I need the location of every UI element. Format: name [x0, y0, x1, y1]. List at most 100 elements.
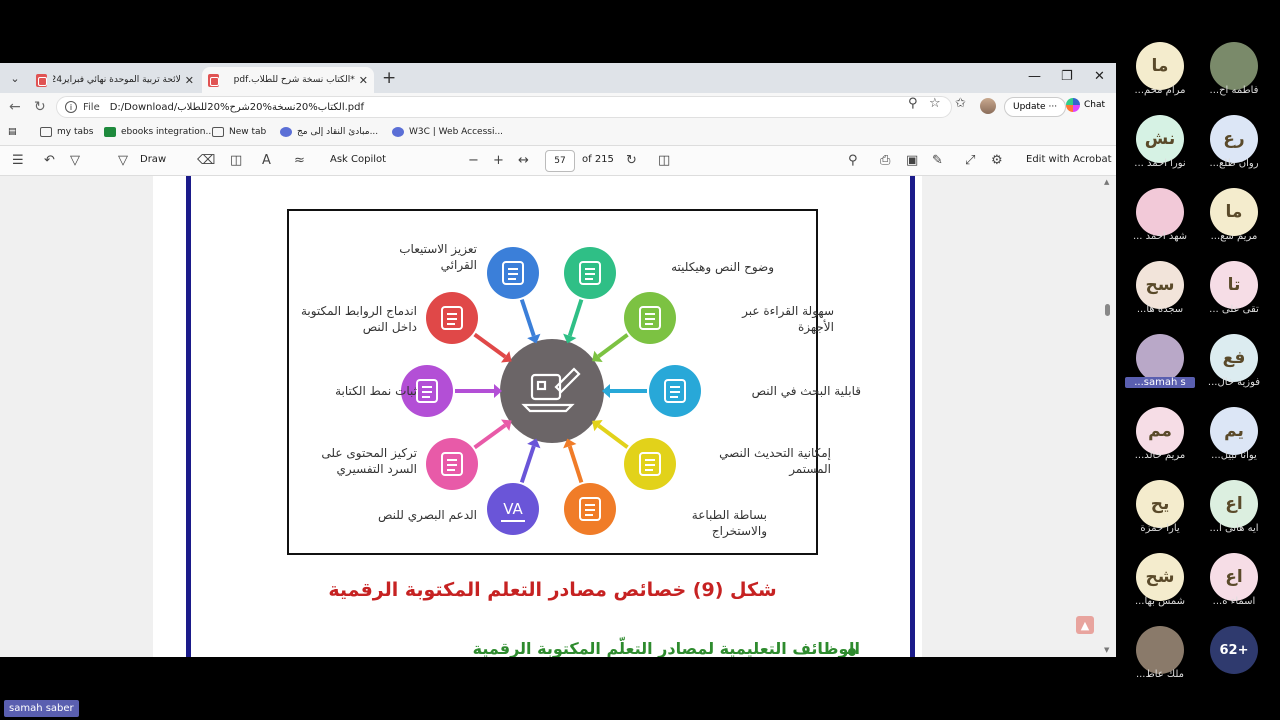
more-participants-button[interactable]: +62 — [1210, 626, 1258, 674]
page-number-input[interactable]: 57 — [545, 150, 575, 172]
participant-avatar[interactable]: اع — [1210, 553, 1258, 601]
participant-avatar[interactable] — [1136, 334, 1184, 382]
close-tab-icon[interactable]: ✕ — [185, 74, 194, 87]
feature-label-line: تعزيز الاستيعاب — [399, 242, 477, 256]
bookmark-label: New tab — [229, 127, 267, 137]
tab-list-dropdown[interactable]: ⌄ — [6, 69, 24, 87]
participant-avatar[interactable]: يح — [1136, 480, 1184, 528]
draw-button[interactable]: Draw — [140, 154, 166, 165]
read-aloud-icon[interactable]: A — [262, 153, 271, 168]
feature-label: تعزيز الاستيعاب القرائي — [327, 241, 477, 273]
feature-label: قابلية البحث في النص — [711, 383, 861, 399]
feature-label-line: القرائي — [440, 258, 477, 272]
close-tab-icon[interactable]: ✕ — [359, 74, 368, 87]
bookmark-my-tabs[interactable]: my tabs — [40, 127, 93, 137]
translate-icon[interactable]: ≈ — [294, 153, 305, 168]
scroll-up-icon[interactable]: ▲ — [1104, 178, 1109, 186]
bookmark-ebooks[interactable]: ebooks integration... — [104, 127, 214, 137]
tab-active[interactable]: *الكتاب نسخة شرح للطلاب.pdf ✕ — [202, 67, 374, 93]
highlight-icon[interactable]: ▽ — [70, 153, 80, 168]
close-window-icon[interactable]: ✕ — [1094, 69, 1105, 84]
participant-avatar[interactable] — [1210, 42, 1258, 90]
feature-label-line: تركيز المحتوى على — [321, 446, 417, 460]
participant-name: روان طلع... — [1209, 158, 1259, 169]
participant-name: ايه هانى ا... — [1209, 523, 1259, 534]
favorites-icon[interactable]: ✩ — [955, 96, 966, 111]
bookmark-arabic[interactable]: مبادئ النقاد إلى مج... — [280, 127, 378, 137]
zoom-in-icon[interactable]: + — [493, 153, 504, 168]
chat-label: Chat — [1084, 100, 1106, 110]
center-laptop-circle — [500, 339, 604, 443]
settings-gear-icon[interactable]: ⚙ — [991, 153, 1003, 168]
zoom-out-icon[interactable]: − — [468, 153, 479, 168]
update-label: Update — [1013, 102, 1046, 112]
search-icon[interactable]: ⚲ — [848, 153, 858, 168]
participant-name: فوزية خال... — [1207, 377, 1261, 388]
scrollbar[interactable]: ▲ ▼ — [1100, 176, 1116, 657]
participant-avatar[interactable]: يم — [1210, 407, 1258, 455]
tab-inactive[interactable]: لائحة تربية الموحدة نهائي فبراير2024 ✕ — [30, 67, 200, 93]
participant-avatar[interactable]: فع — [1210, 334, 1258, 382]
back-icon[interactable]: ← — [9, 99, 21, 115]
favorite-star-icon[interactable]: ☆ — [929, 96, 941, 111]
scrollbar-thumb[interactable] — [1105, 304, 1110, 316]
rotate-icon[interactable]: ↻ — [626, 153, 637, 168]
url-field[interactable]: i File D:/Download/الكتاب%20نسخة%20شرح%2… — [56, 96, 952, 118]
feature-label-line: السرد التفسيري — [336, 462, 418, 476]
draw-icon[interactable]: ▽ — [118, 153, 128, 168]
refresh-icon[interactable]: ↻ — [34, 99, 46, 115]
address-bar-row: ← ↻ i File D:/Download/الكتاب%20نسخة%20ش… — [0, 93, 1116, 121]
participant-avatar[interactable] — [1136, 626, 1184, 674]
eraser-icon[interactable]: ⌫ — [197, 153, 215, 168]
info-icon[interactable]: i — [65, 101, 77, 113]
participant-avatar[interactable]: ما — [1210, 188, 1258, 236]
participant-avatar[interactable]: رع — [1210, 115, 1258, 163]
copilot-icon — [1066, 98, 1080, 112]
pdf-icon — [36, 73, 47, 87]
connector-arrow — [519, 298, 536, 337]
pdf-icon — [208, 73, 219, 87]
connector-arrow — [567, 299, 584, 337]
new-tab-button[interactable]: + — [382, 68, 396, 88]
edit-with-acrobat-button[interactable]: Edit with Acrobat — [1026, 154, 1112, 165]
avatar[interactable] — [980, 98, 996, 114]
text-box-icon[interactable]: ◫ — [230, 153, 242, 168]
pdf-viewer[interactable]: VA تعزيز الاستيعاب القرائي وضوح النص وهيكل… — [0, 176, 1116, 657]
participant-avatar[interactable]: اع — [1210, 480, 1258, 528]
participant-name: مريم خالد... — [1134, 450, 1186, 461]
scroll-down-icon[interactable]: ▼ — [1104, 646, 1109, 654]
participant-avatar[interactable] — [1136, 188, 1184, 236]
participant-avatar[interactable]: نش — [1136, 115, 1184, 163]
restore-icon[interactable]: ❐ — [1061, 69, 1073, 84]
bookmark-w3c[interactable]: W3C | Web Accessi... — [392, 127, 503, 137]
fullscreen-icon[interactable]: ⤢ — [965, 153, 975, 168]
participant-name: مرام محم... — [1134, 85, 1186, 96]
connector-arrow — [567, 445, 584, 483]
chat-button[interactable]: Chat — [1066, 98, 1105, 112]
contents-icon[interactable]: ☰ — [12, 153, 24, 168]
bookmark-new-tab[interactable]: New tab — [212, 127, 266, 137]
sidebar-toggle-icon[interactable]: ▤ — [8, 127, 17, 137]
participant-name: سجده ها... — [1136, 304, 1184, 315]
update-button[interactable]: Update ··· — [1004, 97, 1067, 117]
acrobat-icon[interactable]: ▲ — [1076, 616, 1094, 634]
feature-label: اندماج الروابط المكتوبة داخل النص — [267, 303, 417, 335]
participant-name: samah s... — [1125, 377, 1195, 388]
fit-page-icon[interactable]: ↔ — [518, 153, 529, 168]
undo-icon[interactable]: ↶ — [44, 153, 55, 168]
participant-avatar[interactable]: شح — [1136, 553, 1184, 601]
zoom-icon[interactable]: ⚲ — [908, 96, 918, 111]
ask-copilot-button[interactable]: Ask Copilot — [330, 154, 386, 165]
save-icon[interactable]: ▣ — [906, 153, 918, 168]
participant-avatar[interactable]: مم — [1136, 407, 1184, 455]
print-icon[interactable]: ⎙ — [880, 153, 890, 168]
minimize-icon[interactable]: — — [1028, 69, 1041, 84]
feature-label: إمكانية التحديث النصي المستمر — [681, 445, 831, 477]
feature-label-line: قابلية البحث في النص — [751, 384, 861, 398]
page-view-icon[interactable]: ◫ — [658, 153, 670, 168]
participant-name: شهد احمد ... — [1132, 231, 1188, 242]
participant-avatar[interactable]: سح — [1136, 261, 1184, 309]
save-as-icon[interactable]: ✎ — [932, 153, 943, 168]
participant-avatar[interactable]: تا — [1210, 261, 1258, 309]
participant-avatar[interactable]: ما — [1136, 42, 1184, 90]
